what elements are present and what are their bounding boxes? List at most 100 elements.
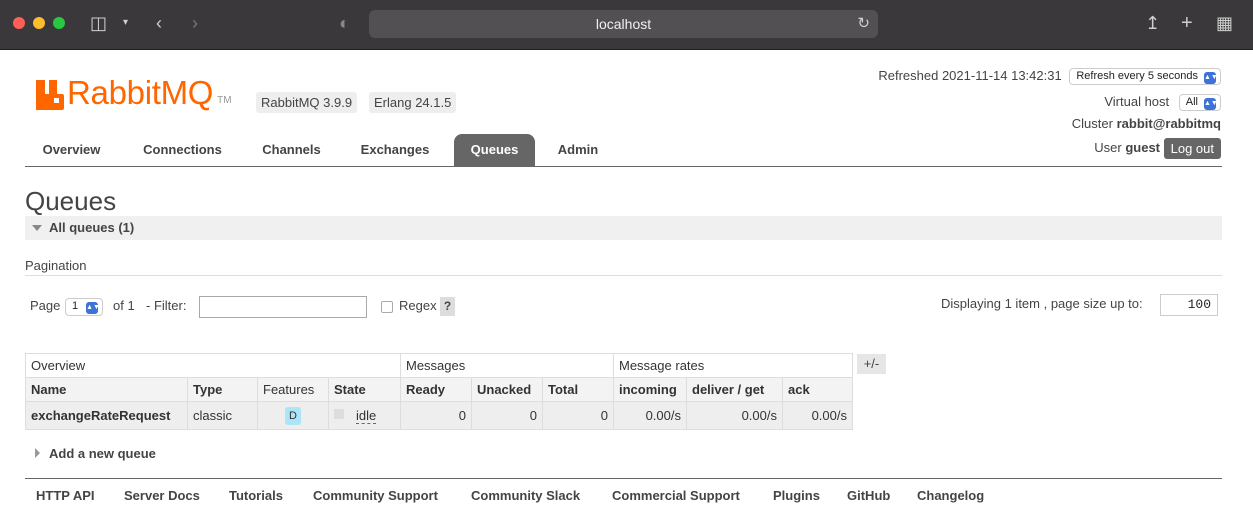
select-arrows-icon: ▲▼	[1204, 72, 1218, 85]
tab-exchanges[interactable]: Exchanges	[347, 134, 443, 166]
refresh-interval-value: Refresh every 5 seconds	[1076, 70, 1198, 83]
column-toggle-button[interactable]: +/-	[857, 354, 886, 374]
col-total[interactable]: Total	[542, 377, 614, 402]
col-state[interactable]: State	[328, 377, 401, 402]
footer-link-github[interactable]: GitHub	[847, 488, 890, 503]
total-count: 0	[542, 401, 614, 430]
tab-connections[interactable]: Connections	[126, 134, 239, 166]
add-queue-label: Add a new queue	[49, 446, 156, 461]
footer-link-community-support[interactable]: Community Support	[313, 488, 438, 503]
minimize-window-button[interactable]	[33, 17, 45, 29]
tab-overview-icon[interactable]: ▦	[1216, 12, 1233, 34]
col-incoming[interactable]: incoming	[613, 377, 687, 402]
col-name[interactable]: Name	[25, 377, 188, 402]
deliver-get-rate: 0.00/s	[686, 401, 783, 430]
sidebar-icon[interactable]: ◫	[90, 12, 107, 34]
pagination-label: Pagination	[25, 258, 87, 273]
unacked-count: 0	[471, 401, 543, 430]
forward-icon[interactable]: ›	[192, 12, 198, 34]
group-overview: Overview	[25, 353, 401, 378]
group-messages: Messages	[400, 353, 614, 378]
share-icon[interactable]: ↥	[1145, 12, 1160, 34]
ready-count: 0	[400, 401, 472, 430]
page-value: 1	[72, 300, 79, 312]
divider	[25, 275, 1222, 276]
rabbitmq-version-badge: RabbitMQ 3.9.9	[256, 92, 358, 113]
column-header-row: Name Type Features State Ready Unacked T…	[25, 377, 853, 402]
cluster-name: rabbit@rabbitmq	[1116, 116, 1221, 131]
filter-label: - Filter:	[146, 298, 187, 313]
state-indicator-icon	[334, 409, 344, 419]
close-window-button[interactable]	[13, 17, 25, 29]
refresh-interval-select[interactable]: Refresh every 5 seconds ▲▼	[1069, 68, 1221, 86]
main-nav: Overview Connections Channels Exchanges …	[25, 134, 1222, 167]
vhost-label: Virtual host	[1104, 94, 1170, 109]
expand-triangle-icon	[35, 448, 40, 458]
erlang-version-badge: Erlang 24.1.5	[369, 92, 457, 113]
state-text: idle	[356, 408, 377, 424]
refreshed-label: Refreshed	[878, 68, 939, 83]
queue-state: idle	[328, 401, 401, 430]
page-label: Page	[30, 298, 61, 313]
durable-badge: D	[285, 406, 301, 425]
displaying-text: Displaying 1 item , page size up to:	[941, 296, 1143, 311]
page-size-input[interactable]: 100	[1160, 294, 1218, 316]
regex-checkbox[interactable]	[381, 301, 393, 313]
address-bar[interactable]: localhost ↻	[369, 10, 878, 38]
vhost-info: Virtual host All ▲▼	[1104, 93, 1221, 112]
all-queues-heading: All queues (1)	[49, 220, 135, 235]
shield-icon[interactable]: ◐	[339, 12, 350, 34]
queue-name-link[interactable]: exchangeRateRequest	[25, 401, 188, 430]
collapse-triangle-icon	[32, 225, 42, 231]
add-queue-toggle[interactable]: Add a new queue	[35, 446, 156, 461]
cluster-info: Cluster rabbit@rabbitmq	[1072, 115, 1221, 133]
rabbitmq-logo-icon	[36, 80, 64, 110]
footer-link-plugins[interactable]: Plugins	[773, 488, 820, 503]
footer-link-server-docs[interactable]: Server Docs	[124, 488, 200, 503]
page-title: Queues	[25, 186, 117, 216]
col-ack[interactable]: ack	[782, 377, 853, 402]
new-tab-icon[interactable]: +	[1181, 12, 1193, 34]
table-row[interactable]: exchangeRateRequest classic D idle 0 0 0…	[25, 401, 853, 430]
zoom-window-button[interactable]	[53, 17, 65, 29]
ack-rate: 0.00/s	[782, 401, 853, 430]
vhost-value: All	[1185, 96, 1198, 109]
col-features[interactable]: Features	[257, 377, 329, 402]
chevron-down-icon[interactable]: ▾	[123, 12, 128, 34]
refresh-info: Refreshed 2021-11-14 13:42:31 Refresh ev…	[878, 67, 1221, 86]
tab-admin[interactable]: Admin	[546, 134, 610, 166]
back-icon[interactable]: ‹	[156, 12, 162, 34]
refreshed-time: 2021-11-14 13:42:31	[941, 68, 1062, 83]
group-message-rates: Message rates	[613, 353, 853, 378]
tab-overview[interactable]: Overview	[25, 134, 118, 166]
footer-link-community-slack[interactable]: Community Slack	[471, 488, 580, 503]
footer-link-commercial-support[interactable]: Commercial Support	[612, 488, 740, 503]
tab-queues[interactable]: Queues	[454, 134, 535, 166]
filter-input[interactable]	[199, 296, 367, 318]
logo-text: RabbitMQ	[67, 74, 214, 111]
cluster-label: Cluster	[1071, 116, 1113, 131]
regex-help-button[interactable]: ?	[440, 297, 455, 316]
footer-link-changelog[interactable]: Changelog	[917, 488, 984, 503]
col-unacked[interactable]: Unacked	[471, 377, 543, 402]
all-queues-section-toggle[interactable]: All queues (1)	[25, 216, 1222, 240]
queue-type: classic	[187, 401, 258, 430]
col-ready[interactable]: Ready	[400, 377, 472, 402]
select-arrows-icon: ▲▼	[86, 302, 100, 314]
vhost-select[interactable]: All ▲▼	[1178, 94, 1221, 112]
footer-link-tutorials[interactable]: Tutorials	[229, 488, 283, 503]
select-arrows-icon: ▲▼	[1204, 98, 1218, 111]
browser-toolbar: ◫ ▾ ‹ › ◐ localhost ↻ ↥ + ▦	[0, 0, 1253, 50]
tab-channels[interactable]: Channels	[247, 134, 336, 166]
col-deliver-get[interactable]: deliver / get	[686, 377, 783, 402]
footer-link-http-api[interactable]: HTTP API	[36, 488, 95, 503]
queue-features: D	[257, 401, 329, 430]
col-type[interactable]: Type	[187, 377, 258, 402]
regex-label: Regex	[399, 298, 437, 313]
reload-icon[interactable]: ↻	[857, 10, 870, 38]
rabbitmq-logo[interactable]: RabbitMQ TM	[36, 76, 232, 110]
page-select[interactable]: 1 ▲▼	[65, 298, 104, 316]
logo-trademark: TM	[217, 95, 232, 106]
page-count: of 1	[113, 298, 135, 313]
column-group-row: Overview Messages Message rates	[25, 353, 853, 378]
